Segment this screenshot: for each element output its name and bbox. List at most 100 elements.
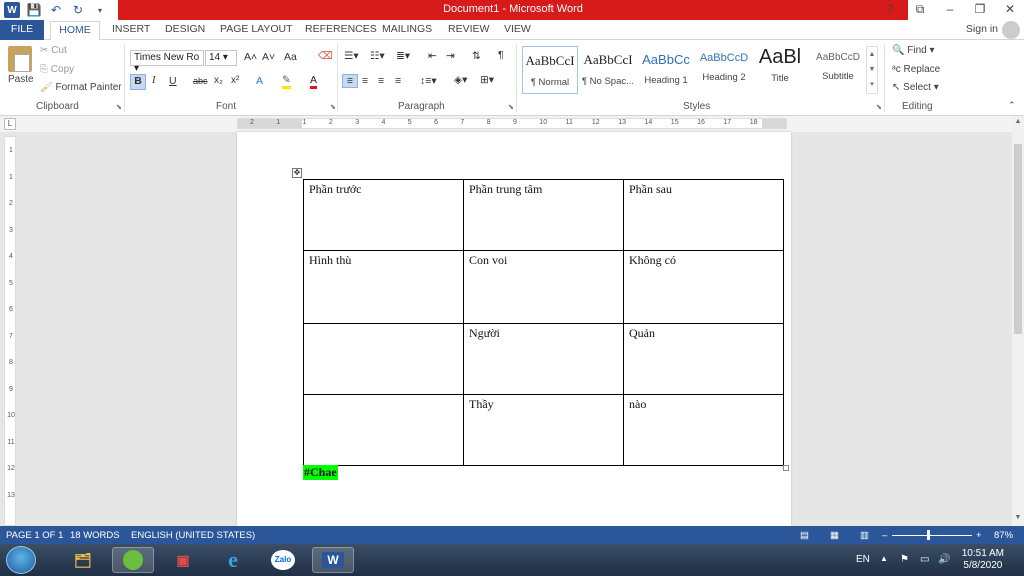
vertical-ruler[interactable]: 1 1 2 3 4 5 6 7 8 9 10 11 12 13 bbox=[4, 136, 16, 526]
underline-button[interactable]: U bbox=[169, 75, 177, 87]
align-left-icon[interactable]: ≡ bbox=[342, 74, 358, 88]
page-count-status[interactable]: PAGE 1 OF 1 bbox=[6, 530, 63, 541]
ribbon-display-button[interactable]: ⧉ bbox=[912, 2, 928, 17]
horizontal-ruler[interactable]: 2 1 1 2 3 4 5 6 7 8 9 10 11 12 13 14 15 16 17 18 bbox=[237, 118, 787, 129]
tab-selector[interactable]: L bbox=[4, 118, 16, 130]
paste-button[interactable]: Paste bbox=[8, 74, 34, 85]
table-cell[interactable]: Hình thù bbox=[303, 250, 464, 324]
styles-launcher-icon[interactable]: ⬊ bbox=[876, 103, 882, 111]
input-language-indicator[interactable]: EN bbox=[856, 554, 870, 565]
zalo-icon[interactable]: Zalo bbox=[262, 547, 304, 573]
paragraph-launcher-icon[interactable]: ⬊ bbox=[508, 103, 514, 111]
help-button[interactable]: ? bbox=[882, 2, 898, 17]
highlight-icon[interactable]: ✎ bbox=[282, 74, 291, 89]
redo-icon[interactable]: ↻ bbox=[70, 2, 86, 18]
line-spacing-icon[interactable]: ↕≡▾ bbox=[420, 75, 437, 87]
sign-in-link[interactable]: Sign in bbox=[966, 23, 998, 35]
restore-button[interactable]: ❐ bbox=[972, 2, 988, 17]
table-cell[interactable]: Người bbox=[463, 323, 624, 395]
increase-indent-icon[interactable]: ⇥ bbox=[446, 50, 455, 62]
scroll-up-icon[interactable]: ▲ bbox=[1012, 118, 1024, 125]
table-cell[interactable]: Quản bbox=[623, 323, 784, 395]
volume-icon[interactable]: 🔊 bbox=[938, 554, 950, 565]
cut-button[interactable]: ✂ Cut bbox=[40, 45, 67, 56]
clear-formatting-icon[interactable]: ⌫ bbox=[318, 50, 333, 62]
align-center-icon[interactable]: ≡ bbox=[362, 75, 368, 87]
clipboard-launcher-icon[interactable]: ⬊ bbox=[116, 103, 122, 111]
word-taskbar-icon[interactable]: W bbox=[312, 547, 354, 573]
vertical-scrollbar[interactable]: ▲ ▼ bbox=[1012, 116, 1024, 526]
format-painter-button[interactable]: 🖌 Format Painter bbox=[40, 82, 122, 93]
tab-mailings[interactable]: MAILINGS bbox=[382, 23, 432, 35]
change-case-button[interactable]: Aa bbox=[284, 51, 297, 63]
zoom-slider[interactable] bbox=[892, 535, 972, 536]
file-explorer-icon[interactable]: 🗂 bbox=[62, 547, 104, 573]
scrollbar-thumb[interactable] bbox=[1014, 144, 1022, 334]
table-move-handle-icon[interactable]: ✥ bbox=[292, 168, 302, 178]
bold-button[interactable]: B bbox=[130, 74, 146, 90]
font-name-box[interactable]: Times New Ro ▾ bbox=[130, 50, 204, 74]
system-clock[interactable]: 10:51 AM 5/8/2020 bbox=[962, 548, 1004, 572]
select-button[interactable]: ↖ Select ▾ bbox=[892, 82, 939, 93]
shrink-font-button[interactable]: A˅ bbox=[262, 51, 275, 63]
find-button[interactable]: 🔍 Find ▾ bbox=[892, 45, 935, 56]
document-table[interactable]: Phần trước Phần trung tâm Phần sau Hình … bbox=[303, 179, 784, 466]
font-launcher-icon[interactable]: ⬊ bbox=[330, 103, 336, 111]
style-subtitle[interactable]: AaBbCcD Subtitle bbox=[810, 46, 866, 94]
superscript-button[interactable]: x² bbox=[231, 75, 239, 86]
grow-font-button[interactable]: A˄ bbox=[244, 51, 257, 63]
print-layout-icon[interactable]: ▦ bbox=[830, 530, 839, 541]
sort-icon[interactable]: ⇅ bbox=[472, 50, 481, 62]
tab-insert[interactable]: INSERT bbox=[112, 23, 150, 35]
customize-qat-icon[interactable]: ▾ bbox=[92, 2, 108, 18]
borders-icon[interactable]: ⊞▾ bbox=[480, 74, 494, 86]
style-heading-1[interactable]: AaBbCc Heading 1 bbox=[638, 46, 694, 94]
font-size-box[interactable]: 14 ▾ bbox=[205, 50, 237, 66]
undo-icon[interactable]: ↶ bbox=[48, 2, 64, 18]
table-cell[interactable] bbox=[303, 323, 464, 395]
table-cell[interactable]: Phần trước bbox=[303, 179, 464, 251]
align-right-icon[interactable]: ≡ bbox=[378, 75, 384, 87]
style-no-spacing[interactable]: AaBbCcI ¶ No Spac... bbox=[580, 46, 636, 94]
bullets-icon[interactable]: ☰▾ bbox=[344, 50, 359, 62]
tab-references[interactable]: REFERENCES bbox=[305, 23, 377, 35]
web-layout-icon[interactable]: ▥ bbox=[860, 530, 869, 541]
tab-design[interactable]: DESIGN bbox=[165, 23, 205, 35]
table-cell[interactable]: Phần sau bbox=[623, 179, 784, 251]
tab-home[interactable]: HOME bbox=[50, 21, 100, 41]
zoom-out-button[interactable]: – bbox=[882, 530, 887, 541]
collapse-ribbon-icon[interactable]: ⌃ bbox=[1008, 100, 1016, 111]
minimize-button[interactable]: – bbox=[942, 2, 958, 17]
styles-gallery-scroll[interactable]: ▲ ▼ ▾ bbox=[866, 46, 878, 94]
language-status[interactable]: ENGLISH (UNITED STATES) bbox=[131, 530, 255, 541]
style-heading-2[interactable]: AaBbCcD Heading 2 bbox=[696, 46, 752, 94]
strikethrough-button[interactable]: abc bbox=[193, 76, 208, 86]
avatar[interactable] bbox=[1002, 21, 1020, 39]
tab-view[interactable]: VIEW bbox=[504, 23, 531, 35]
network-icon[interactable]: ▭ bbox=[920, 554, 929, 565]
save-icon[interactable]: 💾 bbox=[26, 2, 42, 18]
tab-review[interactable]: REVIEW bbox=[448, 23, 489, 35]
zoom-in-button[interactable]: + bbox=[976, 530, 982, 541]
replace-button[interactable]: ᵃc Replace bbox=[892, 64, 940, 75]
show-formatting-icon[interactable]: ¶ bbox=[498, 49, 504, 61]
highlighted-hashtag-text[interactable]: #Chae bbox=[303, 465, 338, 480]
decrease-indent-icon[interactable]: ⇤ bbox=[428, 50, 437, 62]
tab-page-layout[interactable]: PAGE LAYOUT bbox=[220, 23, 293, 35]
app-icon[interactable]: ▣ bbox=[162, 547, 204, 573]
zoom-level[interactable]: 87% bbox=[994, 530, 1013, 541]
style-normal[interactable]: AaBbCcI ¶ Normal bbox=[522, 46, 578, 94]
tab-file[interactable]: FILE bbox=[0, 20, 44, 40]
text-effects-icon[interactable]: A bbox=[256, 75, 263, 87]
browser-icon[interactable] bbox=[112, 547, 154, 573]
copy-button[interactable]: ⎘ Copy bbox=[40, 64, 74, 75]
table-cell[interactable] bbox=[303, 394, 464, 466]
paste-icon[interactable] bbox=[8, 46, 32, 72]
action-center-icon[interactable]: ⚑ bbox=[900, 554, 909, 565]
italic-button[interactable]: I bbox=[152, 75, 156, 86]
style-title[interactable]: AaBl Title bbox=[752, 46, 808, 94]
subscript-button[interactable]: x₂ bbox=[214, 75, 223, 86]
table-cell[interactable]: Thầy bbox=[463, 394, 624, 466]
table-resize-handle[interactable] bbox=[783, 465, 789, 471]
start-button-icon[interactable] bbox=[6, 546, 36, 574]
